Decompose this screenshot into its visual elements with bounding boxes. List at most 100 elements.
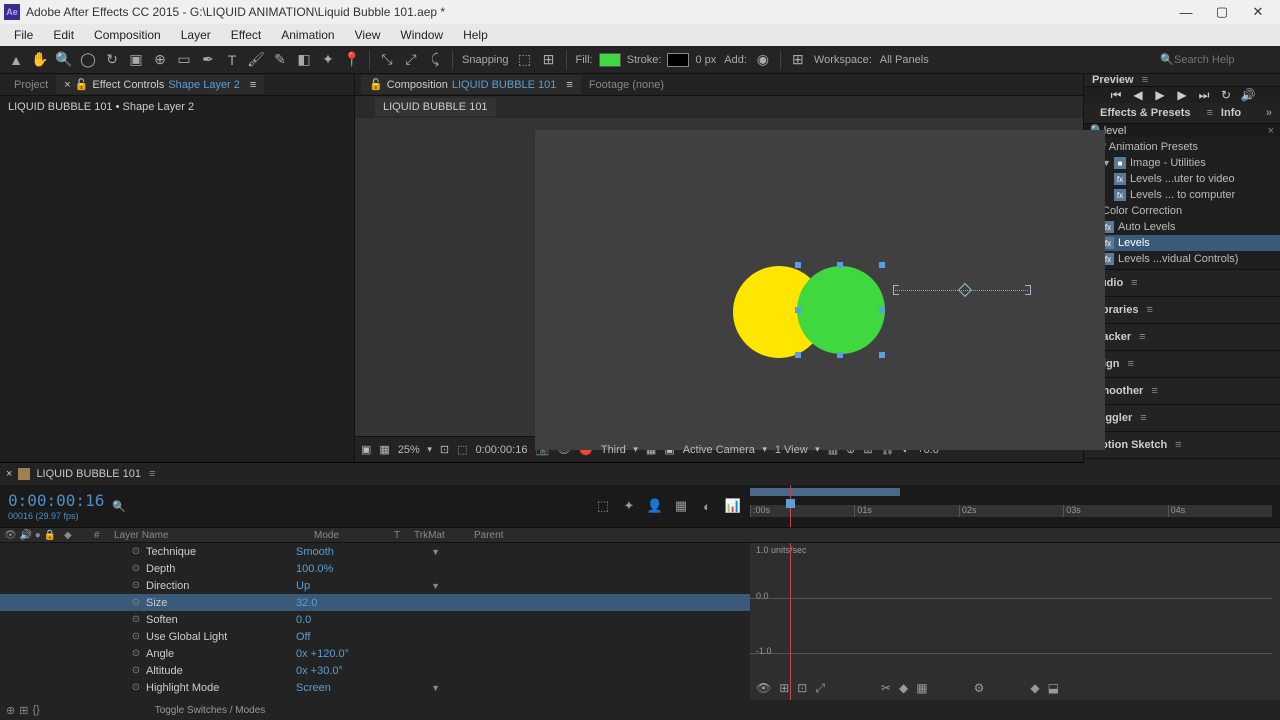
tree-item-levels[interactable]: fxLevels — [1084, 235, 1280, 251]
speaker-icon[interactable]: 🔊 — [19, 530, 31, 541]
lock-icon[interactable]: 🔓 — [75, 78, 89, 91]
bbox-handle[interactable] — [879, 262, 885, 268]
property-row[interactable]: ⊙TechniqueSmooth▼ — [0, 543, 750, 560]
current-time[interactable]: 0:00:00:16 — [8, 491, 104, 510]
minimize-button[interactable]: — — [1168, 0, 1204, 24]
property-value[interactable]: 32.0 — [296, 597, 317, 609]
property-row[interactable]: ⊙Soften0.0 — [0, 611, 750, 628]
stopwatch-icon[interactable]: ⊙ — [130, 563, 142, 575]
property-row[interactable]: ⊙Size32.0 — [0, 594, 750, 611]
stroke-swatch[interactable] — [667, 53, 689, 67]
time-ruler[interactable]: :00s 01s 02s 03s 04s — [750, 505, 1272, 517]
property-value[interactable]: Off — [296, 631, 310, 643]
fill-swatch[interactable] — [599, 53, 621, 67]
menu-file[interactable]: File — [4, 26, 43, 44]
preview-panel-header[interactable]: Preview≡ — [1084, 74, 1280, 87]
stopwatch-icon[interactable]: ⊙ — [130, 614, 142, 626]
stroke-label[interactable]: Stroke: — [627, 54, 662, 66]
label-icon[interactable]: ◆ — [64, 530, 72, 541]
puppet-tool-icon[interactable]: 📍 — [342, 50, 362, 70]
property-value[interactable]: Smooth — [296, 546, 334, 558]
first-frame-icon[interactable]: ⏮ — [1108, 87, 1124, 103]
property-row[interactable]: ⊙Angle0x +120.0° — [0, 645, 750, 662]
effects-search-input[interactable] — [1104, 125, 1268, 137]
tree-item[interactable]: fxLevels ... to computer — [1084, 187, 1280, 203]
property-value[interactable]: 0x +30.0° — [296, 665, 343, 677]
panel-menu-icon[interactable]: ≡ — [149, 468, 155, 480]
property-value[interactable]: Screen — [296, 682, 331, 694]
stroke-width[interactable]: 0 px — [695, 54, 716, 66]
easy-ease-in-icon[interactable]: ⬓ — [1048, 681, 1059, 696]
rotate-tool-icon[interactable]: ↻ — [102, 50, 122, 70]
stopwatch-icon[interactable]: ⊙ — [130, 682, 142, 694]
stopwatch-icon[interactable]: ⊙ — [130, 648, 142, 660]
project-tab[interactable]: Project — [6, 76, 56, 94]
effect-controls-tab[interactable]: × 🔓 Effect Controls Shape Layer 2 ≡ — [56, 75, 264, 94]
graph-cti[interactable] — [790, 543, 791, 700]
panel-menu-icon[interactable]: ≡ — [1142, 74, 1148, 86]
eraser-tool-icon[interactable]: ◧ — [294, 50, 314, 70]
lock-icon[interactable]: 🔓 — [369, 78, 383, 91]
world-axis-icon[interactable]: ⤢ — [401, 50, 421, 70]
panel-menu-icon[interactable]: ≡ — [566, 79, 572, 91]
work-area-bar[interactable] — [750, 488, 900, 496]
panel-menu-icon[interactable]: ≡ — [250, 79, 256, 91]
last-frame-icon[interactable]: ⏭ — [1196, 87, 1212, 103]
help-search-input[interactable] — [1174, 54, 1274, 66]
shape-tool-icon[interactable]: ▭ — [174, 50, 194, 70]
loop-icon[interactable]: ↻ — [1218, 87, 1234, 103]
menu-view[interactable]: View — [345, 26, 391, 44]
solo-icon[interactable]: ● — [35, 530, 41, 541]
menu-composition[interactable]: Composition — [84, 26, 171, 44]
mute-icon[interactable]: 🔊 — [1240, 87, 1256, 103]
bbox-handle[interactable] — [795, 307, 801, 313]
graph-editor-icon[interactable]: 📊 — [724, 497, 742, 515]
stopwatch-icon[interactable]: ⊙ — [130, 580, 142, 592]
clone-tool-icon[interactable]: ✎ — [270, 50, 290, 70]
workspace-icon[interactable]: ⊞ — [788, 50, 808, 70]
expand-icon[interactable]: ⊕ — [6, 704, 15, 717]
graph-fit-icon[interactable]: ⊡ — [797, 681, 807, 696]
transform-box-icon[interactable]: ▦ — [916, 681, 927, 696]
bbox-handle[interactable] — [879, 352, 885, 358]
timecode-display[interactable]: 0:00:00:16 — [475, 444, 527, 456]
grid-icon[interactable]: ▦ — [379, 443, 389, 456]
camera-dropdown[interactable]: Active Camera — [683, 444, 767, 456]
path-end-icon[interactable] — [1025, 285, 1031, 295]
wiggler-panel-header[interactable]: Wiggler≡ — [1084, 404, 1280, 431]
property-row[interactable]: ⊙Depth100.0% — [0, 560, 750, 577]
property-value[interactable]: 0.0 — [296, 614, 311, 626]
stopwatch-icon[interactable]: ⊙ — [130, 597, 142, 609]
camera-tool-icon[interactable]: ▣ — [126, 50, 146, 70]
easy-ease-icon[interactable]: ◆ — [1030, 681, 1039, 696]
bbox-handle[interactable] — [837, 262, 843, 268]
composition-viewer[interactable] — [355, 118, 1083, 436]
current-time-indicator[interactable] — [790, 485, 791, 527]
bbox-handle[interactable] — [795, 262, 801, 268]
property-value[interactable]: Up — [296, 580, 310, 592]
keyframe-anchor-icon[interactable] — [958, 283, 972, 297]
bbox-handle[interactable] — [837, 352, 843, 358]
frame-blend-icon[interactable]: ▦ — [672, 497, 690, 515]
tree-folder[interactable]: ▼Color Correction — [1084, 203, 1280, 219]
hand-tool-icon[interactable]: ✋ — [30, 50, 50, 70]
close-tab-icon[interactable]: × — [64, 79, 70, 91]
property-row[interactable]: ⊙DirectionUp▼ — [0, 577, 750, 594]
graph-auto-icon[interactable]: ⤢ — [815, 681, 825, 696]
motion-sketch-panel-header[interactable]: Motion Sketch≡ — [1084, 431, 1280, 458]
smoother-panel-header[interactable]: Smoother≡ — [1084, 377, 1280, 404]
property-value[interactable]: 100.0% — [296, 563, 333, 575]
menu-layer[interactable]: Layer — [171, 26, 221, 44]
lock-icon[interactable]: 🔒 — [44, 530, 56, 541]
composition-tab[interactable]: 🔓 Composition LIQUID BUBBLE 101 ≡ — [361, 75, 581, 94]
edit-keys-icon[interactable]: ◆ — [899, 681, 908, 696]
local-axis-icon[interactable]: ⤡ — [377, 50, 397, 70]
green-circle[interactable] — [797, 266, 885, 354]
text-tool-icon[interactable]: T — [222, 50, 242, 70]
play-icon[interactable]: ▶ — [1152, 87, 1168, 103]
snapping-label[interactable]: Snapping — [462, 54, 509, 66]
anchor-tool-icon[interactable]: ⊕ — [150, 50, 170, 70]
fill-label[interactable]: Fill: — [576, 54, 593, 66]
snap-icon[interactable]: ⚙ — [974, 681, 985, 696]
zoom-tool-icon[interactable]: 🔍 — [54, 50, 74, 70]
